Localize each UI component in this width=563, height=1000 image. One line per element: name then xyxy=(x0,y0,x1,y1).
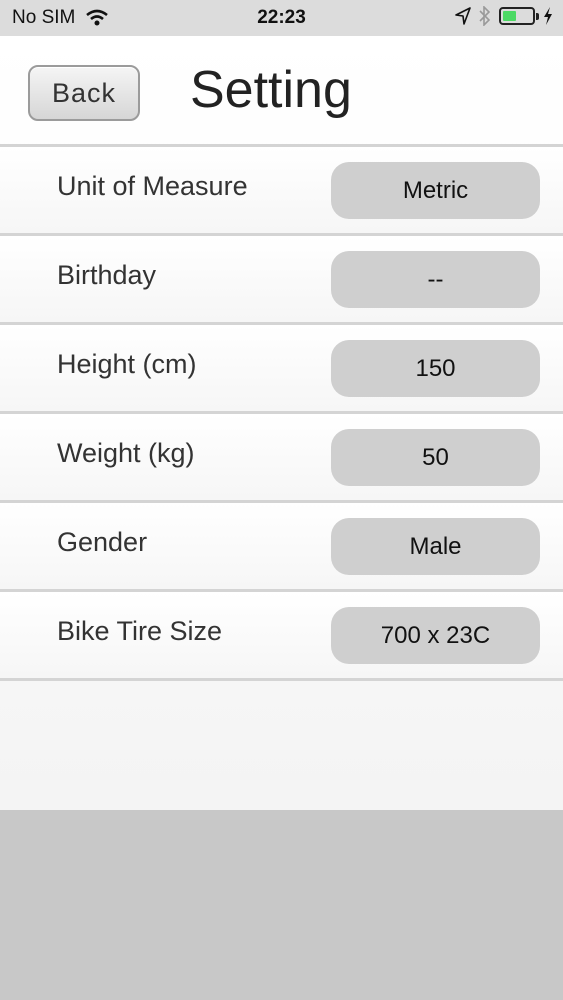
settings-panel: Back Setting Unit of Measure Metric Birt… xyxy=(0,36,563,810)
status-bar: No SIM 22:23 xyxy=(0,0,563,36)
unit-of-measure-selector[interactable]: Metric xyxy=(331,162,540,219)
back-button[interactable]: Back xyxy=(28,65,140,121)
list-divider xyxy=(0,678,563,681)
page-title: Setting xyxy=(190,61,352,119)
battery-fill xyxy=(503,11,516,21)
location-arrow-icon xyxy=(455,7,471,25)
battery-tip xyxy=(536,13,539,20)
bike-tire-size-selector[interactable]: 700 x 23C xyxy=(331,607,540,664)
setting-label: Unit of Measure xyxy=(57,171,248,201)
setting-row-unit-of-measure: Unit of Measure Metric xyxy=(0,144,563,233)
setting-row-gender: Gender Male xyxy=(0,500,563,589)
setting-row-height: Height (cm) 150 xyxy=(0,322,563,411)
charging-bolt-icon xyxy=(543,7,553,25)
setting-label: Gender xyxy=(57,527,148,557)
height-field[interactable]: 150 xyxy=(331,340,540,397)
status-right xyxy=(455,6,553,26)
battery-icon xyxy=(499,7,539,25)
setting-label: Birthday xyxy=(57,260,157,290)
setting-row-birthday: Birthday -- xyxy=(0,233,563,322)
setting-label: Height (cm) xyxy=(57,349,197,379)
setting-label: Bike Tire Size xyxy=(57,616,223,646)
bluetooth-icon xyxy=(479,6,491,26)
setting-row-bike-tire-size: Bike Tire Size 700 x 23C xyxy=(0,589,563,678)
header: Back Setting xyxy=(0,36,563,144)
gender-selector[interactable]: Male xyxy=(331,518,540,575)
weight-field[interactable]: 50 xyxy=(331,429,540,486)
setting-label: Weight (kg) xyxy=(57,438,195,468)
birthday-selector[interactable]: -- xyxy=(331,251,540,308)
settings-list: Unit of Measure Metric Birthday -- Heigh… xyxy=(0,144,563,681)
setting-row-weight: Weight (kg) 50 xyxy=(0,411,563,500)
